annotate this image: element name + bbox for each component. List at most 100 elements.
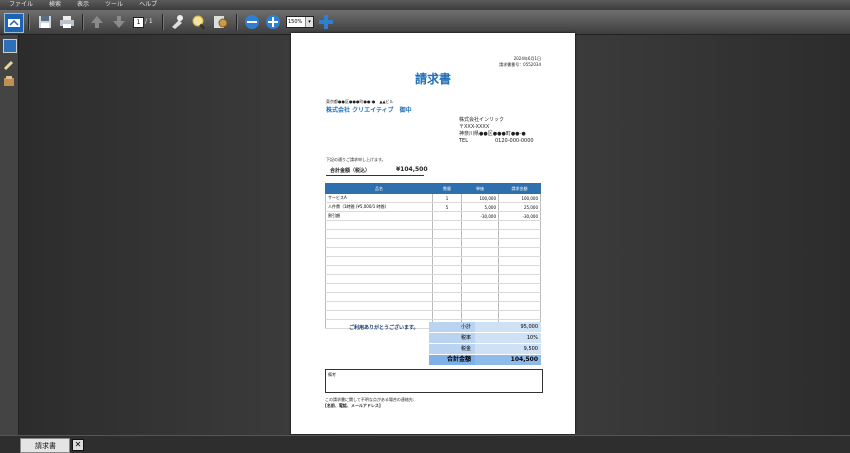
cell-qty	[432, 265, 462, 275]
contact-placeholder: [名前、電話、メールアドレス]	[325, 403, 381, 408]
table-row	[325, 292, 541, 302]
find-tool-button[interactable]	[212, 13, 230, 31]
tax-row: 税金 9,500	[429, 344, 541, 355]
cell-price	[461, 301, 499, 311]
prev-page-button[interactable]	[88, 13, 106, 31]
page-total: / 1	[145, 18, 153, 25]
table-row	[325, 238, 541, 248]
invoice-title: 請求書	[414, 72, 451, 86]
sidebar-attachments-button[interactable]	[3, 72, 15, 86]
open-file-button[interactable]	[4, 13, 24, 33]
cell-qty	[432, 310, 462, 320]
cell-amount	[498, 247, 541, 257]
menu-search[interactable]: 検索	[40, 0, 68, 10]
select-tool-button[interactable]	[168, 13, 186, 31]
cell-qty	[432, 211, 462, 221]
table-row	[325, 310, 541, 320]
left-sidebar	[0, 35, 19, 435]
menu-tools[interactable]: ツール	[96, 0, 130, 10]
table-row	[325, 301, 541, 311]
cell-qty	[432, 229, 462, 239]
grand-total-label: 合計金額	[446, 356, 471, 363]
zoom-out-button[interactable]	[243, 13, 261, 31]
zoom-in-button[interactable]	[317, 13, 335, 31]
tab-bar: 請求書 ✕	[0, 435, 850, 453]
cell-price	[461, 292, 499, 302]
header-price: 単価	[461, 183, 499, 194]
sidebar-bookmarks-button[interactable]	[3, 56, 15, 71]
subtotal-value: 95,000	[475, 322, 541, 332]
table-header: 品名 数量 単価 請求金額	[325, 183, 541, 194]
hand-icon	[172, 15, 183, 29]
cell-item	[325, 292, 433, 302]
save-button[interactable]	[36, 13, 54, 31]
toolbar-separator	[162, 14, 164, 30]
cell-item	[325, 274, 433, 284]
menu-file[interactable]: ファイル	[0, 0, 40, 10]
cell-amount	[498, 265, 541, 275]
grand-total-row: 合計金額 104,500	[429, 355, 541, 366]
sender-zip: 〒XXX-XXXX	[459, 124, 490, 130]
zoom-select[interactable]: 150% ▾	[286, 16, 314, 28]
cell-amount	[498, 283, 541, 293]
save-icon	[39, 16, 51, 28]
tax-label: 税金	[460, 346, 471, 352]
close-icon[interactable]: ✕	[72, 439, 84, 451]
next-page-button[interactable]	[110, 13, 128, 31]
cell-price	[461, 229, 499, 239]
sender-tel-label: TEL	[459, 138, 468, 144]
table-row: 人件費（1時間 (¥5,000/1 時間) 5 5,000 25,000	[325, 202, 541, 212]
print-button[interactable]	[58, 13, 76, 31]
cell-item	[325, 220, 433, 230]
open-icon	[8, 19, 20, 27]
page-input[interactable]: 1	[133, 17, 144, 28]
cell-price: 5,000	[461, 202, 499, 212]
table-row	[325, 265, 541, 275]
cell-qty	[432, 283, 462, 293]
cell-qty	[432, 256, 462, 266]
cell-amount	[498, 220, 541, 230]
cell-amount: -30,000	[498, 211, 541, 221]
menu-view[interactable]: 表示	[68, 0, 96, 10]
sidebar-pages-button[interactable]	[3, 39, 17, 53]
magnifier-icon	[192, 15, 206, 30]
cell-item	[325, 265, 433, 275]
cell-price	[461, 283, 499, 293]
cell-qty	[432, 274, 462, 284]
subtotal-row: 小計 95,000	[429, 322, 541, 333]
cell-price	[461, 220, 499, 230]
cell-amount	[498, 229, 541, 239]
header-item: 品名	[325, 183, 433, 194]
total-value: ¥104,500	[396, 166, 428, 173]
cell-price: 100,000	[461, 193, 499, 203]
arrow-down-icon	[113, 16, 125, 28]
tab-invoice[interactable]: 請求書	[20, 438, 70, 453]
cell-price	[461, 247, 499, 257]
sender-company: 株式会社インリック	[459, 117, 505, 123]
cell-amount	[498, 310, 541, 320]
cell-item	[325, 238, 433, 248]
toolbar-separator	[28, 14, 30, 30]
tab-label: 請求書	[35, 441, 56, 450]
tax-value: 9,500	[475, 344, 541, 354]
zoom-tool-button[interactable]	[190, 13, 208, 31]
intro-text: 下記の通りご請求申し上げます。	[326, 157, 386, 162]
cell-qty	[432, 292, 462, 302]
cell-item	[325, 310, 433, 320]
cell-qty: 1	[432, 193, 462, 203]
cell-amount: 100,000	[498, 193, 541, 203]
cell-item: 割引額	[325, 211, 433, 221]
table-row: サービスA 1 100,000 100,000	[325, 193, 541, 203]
fit-page-button[interactable]	[264, 13, 282, 31]
cell-amount	[498, 292, 541, 302]
cell-price	[461, 274, 499, 284]
total-label: 合計金額（税込）	[330, 168, 371, 174]
grand-total-value: 104,500	[475, 355, 541, 365]
total-summary: 合計金額（税込） ¥104,500	[326, 165, 428, 176]
menu-help[interactable]: ヘルプ	[130, 0, 164, 10]
toolbar-separator	[236, 14, 238, 30]
cell-price: -30,000	[461, 211, 499, 221]
thanks-message: ご利用ありがとうございます。	[349, 325, 419, 331]
cell-item: サービスA	[325, 193, 433, 203]
recipient-name: 株式会社 クリエイティブ 御中	[326, 107, 412, 114]
